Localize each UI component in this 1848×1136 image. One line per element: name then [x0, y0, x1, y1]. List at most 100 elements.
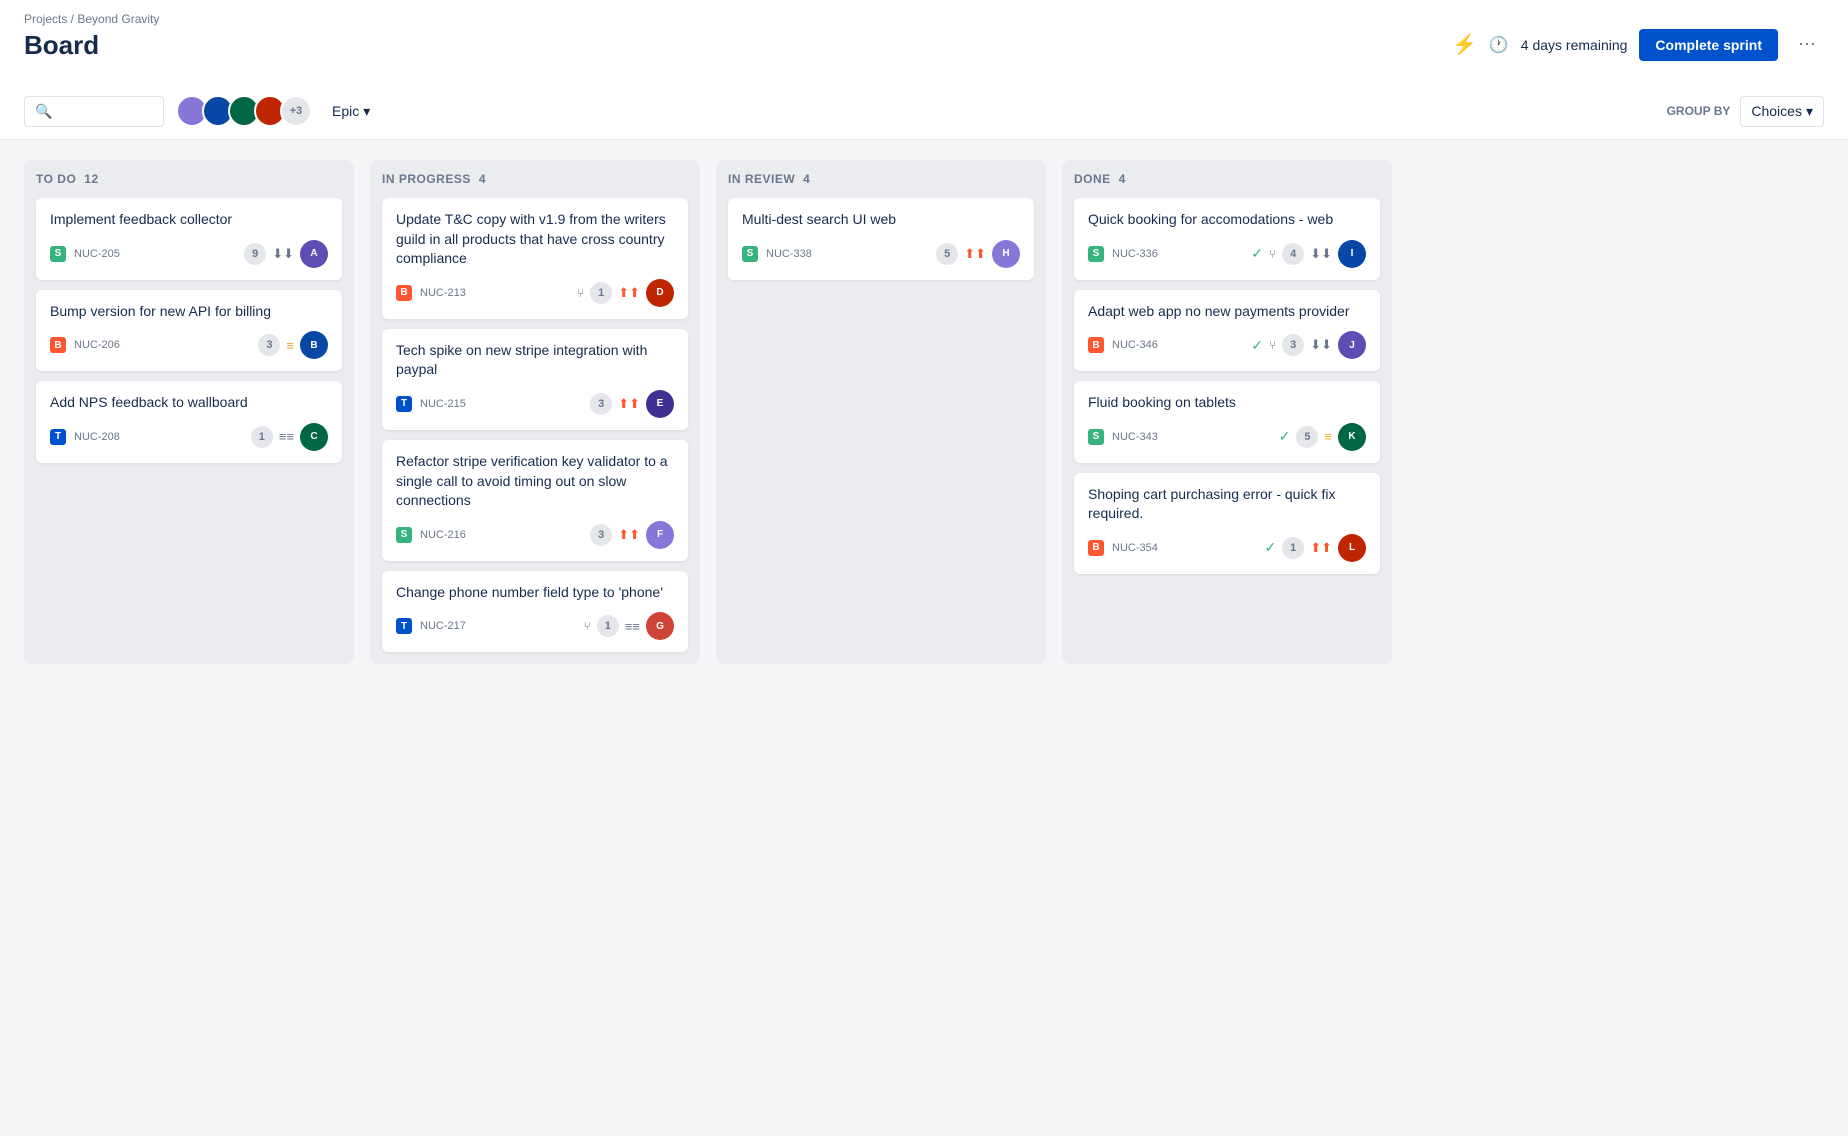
- issue-type-bug-icon: B: [396, 285, 412, 301]
- card-avatar-inprogress-3: G: [646, 612, 674, 640]
- priority-high-icon: ⬆⬆: [964, 246, 986, 262]
- issue-id-todo-1: NUC-206: [74, 339, 120, 351]
- card-title-done-3: Shoping cart purchasing error - quick fi…: [1088, 485, 1366, 524]
- card-right-todo-0: 9⬇⬇A: [244, 240, 328, 268]
- card-footer-inprogress-0: B NUC-213 ⑂1⬆⬆D: [396, 279, 674, 307]
- card-right-inreview-0: 5⬆⬆H: [936, 240, 1020, 268]
- search-input[interactable]: [56, 104, 156, 119]
- card-title-todo-0: Implement feedback collector: [50, 210, 328, 230]
- card-inprogress-1[interactable]: Tech spike on new stripe integration wit…: [382, 329, 688, 430]
- card-inprogress-3[interactable]: Change phone number field type to 'phone…: [382, 571, 688, 653]
- check-icon-done-3: ✓: [1264, 539, 1276, 556]
- card-title-todo-1: Bump version for new API for billing: [50, 302, 328, 322]
- avatar-count[interactable]: +3: [280, 95, 312, 127]
- column-count-todo: 12: [84, 172, 98, 186]
- column-header-done: DONE 4: [1074, 172, 1380, 186]
- card-avatar-done-1: J: [1338, 331, 1366, 359]
- more-options-button[interactable]: ⋯: [1790, 30, 1824, 59]
- card-footer-todo-0: S NUC-205 9⬇⬇A: [50, 240, 328, 268]
- issue-id-inprogress-2: NUC-216: [420, 529, 466, 541]
- choices-dropdown-button[interactable]: Choices ▾: [1740, 96, 1824, 127]
- card-inprogress-0[interactable]: Update T&C copy with v1.9 from the write…: [382, 198, 688, 319]
- check-icon-done-1: ✓: [1251, 337, 1263, 354]
- card-right-todo-1: 3≡B: [258, 331, 328, 359]
- choices-label: Choices: [1751, 103, 1802, 119]
- priority-low-icon: ⬇⬇: [272, 246, 294, 262]
- badge-inprogress-3: 1: [597, 615, 619, 637]
- priority-high-icon: ⬆⬆: [618, 527, 640, 543]
- card-inprogress-2[interactable]: Refactor stripe verification key validat…: [382, 440, 688, 561]
- badge-inprogress-1: 3: [590, 393, 612, 415]
- breadcrumb: Projects / Beyond Gravity: [24, 12, 1452, 26]
- epic-label: Epic: [332, 103, 359, 119]
- card-right-inprogress-2: 3 ⬆⬆ F: [590, 521, 674, 549]
- card-left-inprogress-3: T NUC-217: [396, 618, 466, 634]
- board-area: TO DO 12Implement feedback collector S N…: [0, 140, 1848, 684]
- issue-id-todo-2: NUC-208: [74, 431, 120, 443]
- priority-high-icon: ⬆⬆: [1310, 540, 1332, 556]
- group-by-label: GROUP BY: [1667, 104, 1731, 118]
- days-remaining: 4 days remaining: [1521, 37, 1628, 53]
- issue-type-task-icon: T: [396, 618, 412, 634]
- epic-filter-button[interactable]: Epic ▾: [324, 97, 378, 126]
- card-title-inprogress-0: Update T&C copy with v1.9 from the write…: [396, 210, 674, 269]
- card-footer-done-2: S NUC-343 ✓5≡K: [1088, 423, 1366, 451]
- card-avatar-inprogress-2: F: [646, 521, 674, 549]
- issue-id-done-3: NUC-354: [1112, 542, 1158, 554]
- column-title-done: DONE: [1074, 172, 1111, 186]
- column-count-inreview: 4: [803, 172, 810, 186]
- card-todo-2[interactable]: Add NPS feedback to wallboard T NUC-208 …: [36, 381, 342, 463]
- card-avatar-todo-2: C: [300, 423, 328, 451]
- card-done-1[interactable]: Adapt web app no new payments provider B…: [1074, 290, 1380, 372]
- priority-high-icon: ⬆⬆: [618, 285, 640, 301]
- card-title-todo-2: Add NPS feedback to wallboard: [50, 393, 328, 413]
- issue-type-story-icon: S: [396, 527, 412, 543]
- check-icon-done-0: ✓: [1251, 245, 1263, 262]
- card-done-0[interactable]: Quick booking for accomodations - web S …: [1074, 198, 1380, 280]
- card-avatar-done-0: I: [1338, 240, 1366, 268]
- avatar-group: +3: [176, 95, 312, 127]
- card-right-done-2: ✓5≡K: [1279, 423, 1366, 451]
- issue-id-inprogress-3: NUC-217: [420, 620, 466, 632]
- column-inreview: IN REVIEW 4 Multi-dest search UI web S NU…: [716, 160, 1046, 664]
- card-title-inprogress-3: Change phone number field type to 'phone…: [396, 583, 674, 603]
- card-todo-1[interactable]: Bump version for new API for billing B N…: [36, 290, 342, 372]
- complete-sprint-button[interactable]: Complete sprint: [1639, 29, 1778, 61]
- header-top-right: ⚡ 🕐 4 days remaining Complete sprint ⋯: [1452, 29, 1824, 61]
- flash-icon: ⚡: [1452, 32, 1477, 57]
- card-todo-0[interactable]: Implement feedback collector S NUC-205 9…: [36, 198, 342, 280]
- issue-id-done-2: NUC-343: [1112, 431, 1158, 443]
- card-footer-inprogress-3: T NUC-217 ⑂1≡≡G: [396, 612, 674, 640]
- card-done-2[interactable]: Fluid booking on tablets S NUC-343 ✓5≡K: [1074, 381, 1380, 463]
- badge-inprogress-2: 3: [590, 524, 612, 546]
- card-inreview-0[interactable]: Multi-dest search UI web S NUC-338 5⬆⬆H: [728, 198, 1034, 280]
- badge-done-0: 4: [1282, 243, 1304, 265]
- card-done-3[interactable]: Shoping cart purchasing error - quick fi…: [1074, 473, 1380, 574]
- column-inprogress: IN PROGRESS 4Update T&C copy with v1.9 f…: [370, 160, 700, 664]
- issue-type-story-icon: S: [1088, 246, 1104, 262]
- search-box[interactable]: 🔍: [24, 96, 164, 127]
- card-title-done-2: Fluid booking on tablets: [1088, 393, 1366, 413]
- issue-type-story-icon: S: [742, 246, 758, 262]
- card-right-inprogress-3: ⑂1≡≡G: [584, 612, 674, 640]
- toolbar: 🔍 +3 Epic ▾ GROUP BY Choices ▾: [0, 83, 1848, 140]
- column-count-inprogress: 4: [479, 172, 486, 186]
- issue-type-task-icon: T: [50, 429, 66, 445]
- card-title-inreview-0: Multi-dest search UI web: [742, 210, 1020, 230]
- card-footer-todo-2: T NUC-208 1≡≡C: [50, 423, 328, 451]
- issue-id-inprogress-1: NUC-215: [420, 398, 466, 410]
- card-footer-done-1: B NUC-346 ✓⑂3⬇⬇J: [1088, 331, 1366, 359]
- badge-todo-1: 3: [258, 334, 280, 356]
- card-avatar-inprogress-1: E: [646, 390, 674, 418]
- issue-type-story-icon: S: [50, 246, 66, 262]
- column-done: DONE 4Quick booking for accomodations - …: [1062, 160, 1392, 664]
- issue-id-inreview-0: NUC-338: [766, 248, 812, 260]
- card-title-inprogress-1: Tech spike on new stripe integration wit…: [396, 341, 674, 380]
- header-block: Projects / Beyond Gravity Board ⚡ 🕐 4 da…: [0, 0, 1848, 140]
- card-avatar-done-2: K: [1338, 423, 1366, 451]
- issue-id-done-1: NUC-346: [1112, 339, 1158, 351]
- card-left-done-2: S NUC-343: [1088, 429, 1158, 445]
- badge-done-1: 3: [1282, 334, 1304, 356]
- card-left-inprogress-1: T NUC-215: [396, 396, 466, 412]
- column-header-inreview: IN REVIEW 4: [728, 172, 1034, 186]
